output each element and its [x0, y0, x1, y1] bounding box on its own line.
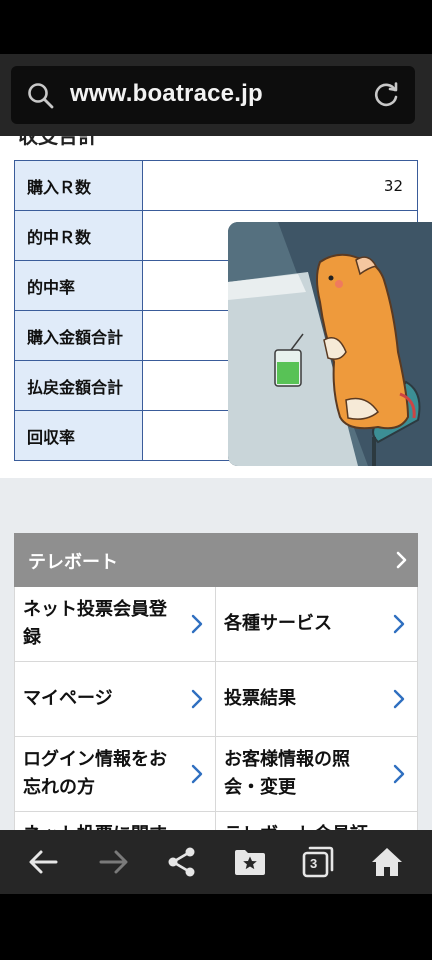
table-row: 購入Ｒ数 32	[14, 160, 418, 211]
system-nav-area	[0, 894, 432, 960]
menu-item-services[interactable]: 各種サービス	[216, 587, 418, 662]
bookmark-icon[interactable]	[232, 844, 268, 880]
menu-item-label: ネット投票に関するお問い合わせ	[23, 821, 183, 830]
tabs-icon	[302, 846, 334, 878]
menu-item-mypage[interactable]: マイページ	[15, 662, 216, 737]
teleport-grid: ネット投票会員登録 各種サービス マイページ 投票結果 ログイン情報をお忘れの方…	[14, 587, 418, 830]
mascot-illustration[interactable]	[228, 222, 432, 466]
menu-item-label: 投票結果	[224, 688, 296, 709]
stats-panel: 収支合計 購入Ｒ数 32 的中Ｒ数 的中率 購入金額合計 払戻金額合計 回収率	[0, 136, 432, 478]
menu-item-label: お客様情報の照会・変更	[224, 749, 350, 798]
back-arrow-icon[interactable]	[26, 844, 62, 880]
row-label: 購入金額合計	[14, 310, 143, 361]
menu-item-forgot-login[interactable]: ログイン情報をお忘れの方	[15, 737, 216, 812]
home-icon[interactable]	[369, 844, 405, 880]
menu-item-inquiry[interactable]: ネット投票に関するお問い合わせ	[15, 812, 216, 830]
reload-icon[interactable]	[371, 80, 401, 110]
chevron-right-icon	[191, 764, 203, 784]
chevron-right-icon	[191, 614, 203, 634]
menu-item-label: ログイン情報をお忘れの方	[23, 749, 167, 798]
url-text[interactable]: www.boatrace.jp	[70, 80, 263, 108]
chevron-right-icon	[393, 614, 405, 634]
menu-item-customer-info[interactable]: お客様情報の照会・変更	[216, 737, 418, 812]
tab-count: 3	[310, 856, 318, 871]
search-icon	[28, 83, 54, 109]
menu-item-label: ネット投票会員登録	[23, 599, 167, 648]
row-label: 払戻金額合計	[14, 360, 143, 411]
tabs-button[interactable]: 3	[300, 844, 336, 880]
row-label: 回収率	[14, 410, 143, 461]
row-label: 的中率	[14, 260, 143, 311]
row-label: 的中Ｒ数	[14, 210, 143, 261]
browser-toolbar: www.boatrace.jp	[0, 54, 432, 136]
menu-item-label: テレボート会員証	[224, 821, 384, 830]
teleport-header[interactable]: テレボート	[14, 533, 418, 587]
menu-item-vote-results[interactable]: 投票結果	[216, 662, 418, 737]
address-bar[interactable]: www.boatrace.jp	[11, 66, 415, 124]
chevron-right-icon	[393, 689, 405, 709]
page-content: 収支合計 購入Ｒ数 32 的中Ｒ数 的中率 購入金額合計 払戻金額合計 回収率 …	[0, 136, 432, 830]
menu-item-label: マイページ	[23, 688, 113, 709]
menu-item-label: 各種サービス	[224, 613, 332, 634]
chevron-right-icon	[396, 551, 407, 569]
chevron-right-icon	[393, 764, 405, 784]
status-bar	[0, 0, 432, 54]
teleport-menu: テレボート ネット投票会員登録 各種サービス マイページ 投票結果 ログイン情報…	[14, 533, 418, 830]
chevron-right-icon	[191, 689, 203, 709]
row-value: 32	[142, 160, 418, 211]
menu-item-member-card[interactable]: テレボート会員証	[216, 812, 418, 830]
share-icon[interactable]	[164, 844, 200, 880]
teleport-title: テレボート	[28, 552, 118, 573]
menu-item-net-vote-registration[interactable]: ネット投票会員登録	[15, 587, 216, 662]
forward-arrow-icon[interactable]	[95, 844, 131, 880]
browser-bottom-nav: 3	[0, 830, 432, 894]
section-title: 収支合計	[18, 136, 98, 148]
row-label: 購入Ｒ数	[14, 160, 143, 211]
